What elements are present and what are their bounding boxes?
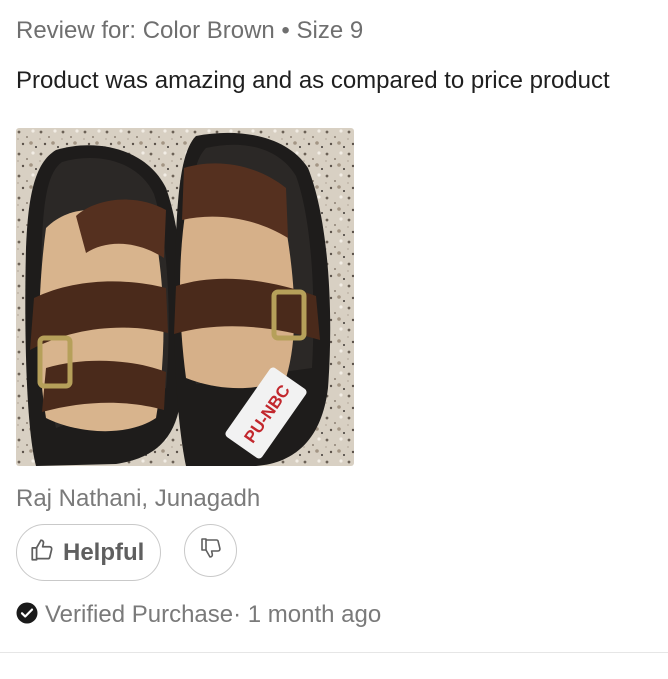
check-circle-icon [16,602,38,629]
verified-purchase: Verified Purchase· 1 month ago [16,601,381,629]
not-helpful-button[interactable] [184,524,237,577]
review-card: Review for: Color Brown • Size 9 Product… [0,0,668,679]
review-variant: Review for: Color Brown • Size 9 [16,17,364,44]
review-text: Product was amazing and as compared to p… [16,67,610,94]
thumbs-up-icon [29,537,55,568]
divider [0,652,668,653]
sandals-image: PU-NBC [16,128,354,466]
verified-label: Verified Purchase [45,601,234,628]
review-photo[interactable]: PU-NBC [16,128,354,466]
helpful-label: Helpful [63,538,145,566]
review-time: · 1 month ago [233,601,382,628]
reviewer-name: Raj Nathani, Junagadh [16,485,261,512]
thumbs-down-icon [199,536,223,565]
helpful-button[interactable]: Helpful [16,524,161,581]
